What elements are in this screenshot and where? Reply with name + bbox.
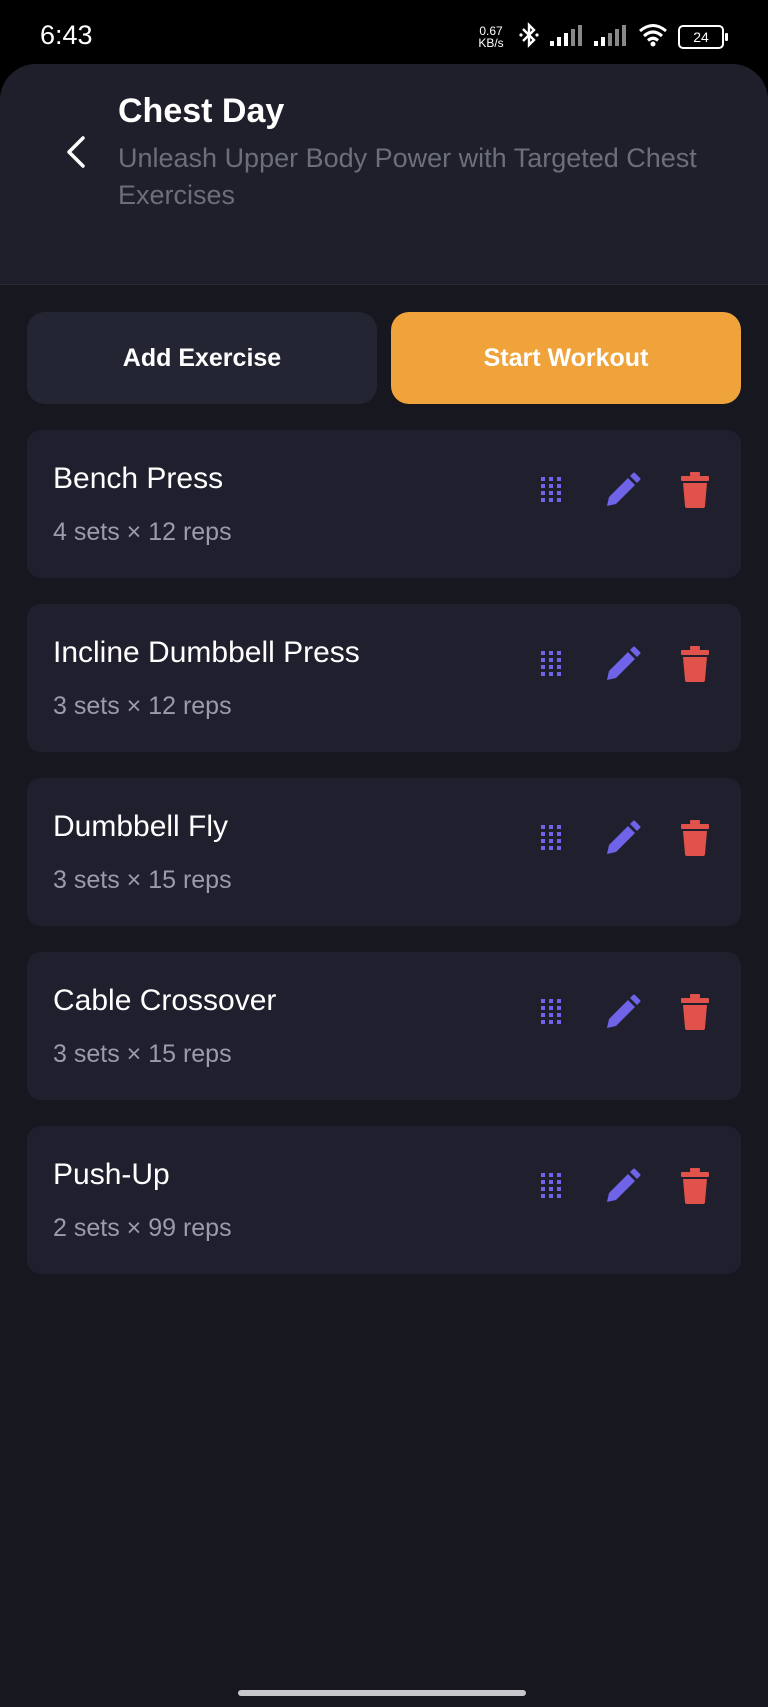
- add-exercise-button[interactable]: Add Exercise: [27, 312, 377, 404]
- delete-icon[interactable]: [659, 472, 731, 508]
- bluetooth-icon: [518, 21, 540, 53]
- network-speed-unit: KB/s: [478, 36, 504, 50]
- drag-handle-icon[interactable]: [515, 820, 587, 856]
- edit-icon[interactable]: [587, 646, 659, 682]
- edit-icon[interactable]: [587, 1168, 659, 1204]
- exercise-actions: [515, 472, 731, 508]
- exercise-card[interactable]: Dumbbell Fly 3 sets × 15 reps: [27, 778, 741, 926]
- drag-handle-icon[interactable]: [515, 646, 587, 682]
- exercise-actions: [515, 820, 731, 856]
- page-title: Chest Day: [118, 92, 285, 130]
- signal-icon-2: [594, 24, 628, 51]
- exercise-actions: [515, 994, 731, 1030]
- exercise-card[interactable]: Push-Up 2 sets × 99 reps: [27, 1126, 741, 1274]
- exercise-card[interactable]: Bench Press 4 sets × 12 reps: [27, 430, 741, 578]
- home-indicator[interactable]: [238, 1690, 526, 1696]
- back-button[interactable]: [56, 132, 96, 172]
- exercise-detail: 3 sets × 12 reps: [53, 692, 232, 720]
- network-speed: 0.67 KB/s: [474, 25, 508, 49]
- page-header: Chest Day Unleash Upper Body Power with …: [0, 64, 768, 285]
- exercise-card[interactable]: Incline Dumbbell Press 3 sets × 12 reps: [27, 604, 741, 752]
- status-bar: 6:43 0.67 KB/s 24: [0, 0, 768, 72]
- exercise-detail: 3 sets × 15 reps: [53, 866, 232, 894]
- delete-icon[interactable]: [659, 1168, 731, 1204]
- exercise-detail: 3 sets × 15 reps: [53, 1040, 232, 1068]
- status-icons: 0.67 KB/s 24: [474, 21, 728, 53]
- edit-icon[interactable]: [587, 820, 659, 856]
- exercise-name: Incline Dumbbell Press: [53, 636, 360, 669]
- app-screen: Chest Day Unleash Upper Body Power with …: [0, 64, 768, 1707]
- delete-icon[interactable]: [659, 646, 731, 682]
- exercise-name: Bench Press: [53, 462, 224, 495]
- exercise-detail: 2 sets × 99 reps: [53, 1214, 232, 1242]
- chevron-left-icon: [67, 136, 85, 168]
- drag-handle-icon[interactable]: [515, 472, 587, 508]
- delete-icon[interactable]: [659, 994, 731, 1030]
- exercise-card[interactable]: Cable Crossover 3 sets × 15 reps: [27, 952, 741, 1100]
- status-time: 6:43: [40, 20, 93, 50]
- exercise-name: Push-Up: [53, 1158, 170, 1191]
- exercise-actions: [515, 646, 731, 682]
- exercise-detail: 4 sets × 12 reps: [53, 518, 232, 546]
- edit-icon[interactable]: [587, 472, 659, 508]
- edit-icon[interactable]: [587, 994, 659, 1030]
- battery-icon: 24: [678, 25, 728, 49]
- page-subtitle: Unleash Upper Body Power with Targeted C…: [118, 143, 697, 210]
- start-workout-button[interactable]: Start Workout: [391, 312, 741, 404]
- signal-icon: [550, 24, 584, 51]
- exercise-actions: [515, 1168, 731, 1204]
- wifi-icon: [638, 23, 668, 52]
- drag-handle-icon[interactable]: [515, 1168, 587, 1204]
- exercise-name: Cable Crossover: [53, 984, 277, 1017]
- drag-handle-icon[interactable]: [515, 994, 587, 1030]
- battery-level: 24: [693, 29, 709, 45]
- delete-icon[interactable]: [659, 820, 731, 856]
- exercise-name: Dumbbell Fly: [53, 810, 229, 843]
